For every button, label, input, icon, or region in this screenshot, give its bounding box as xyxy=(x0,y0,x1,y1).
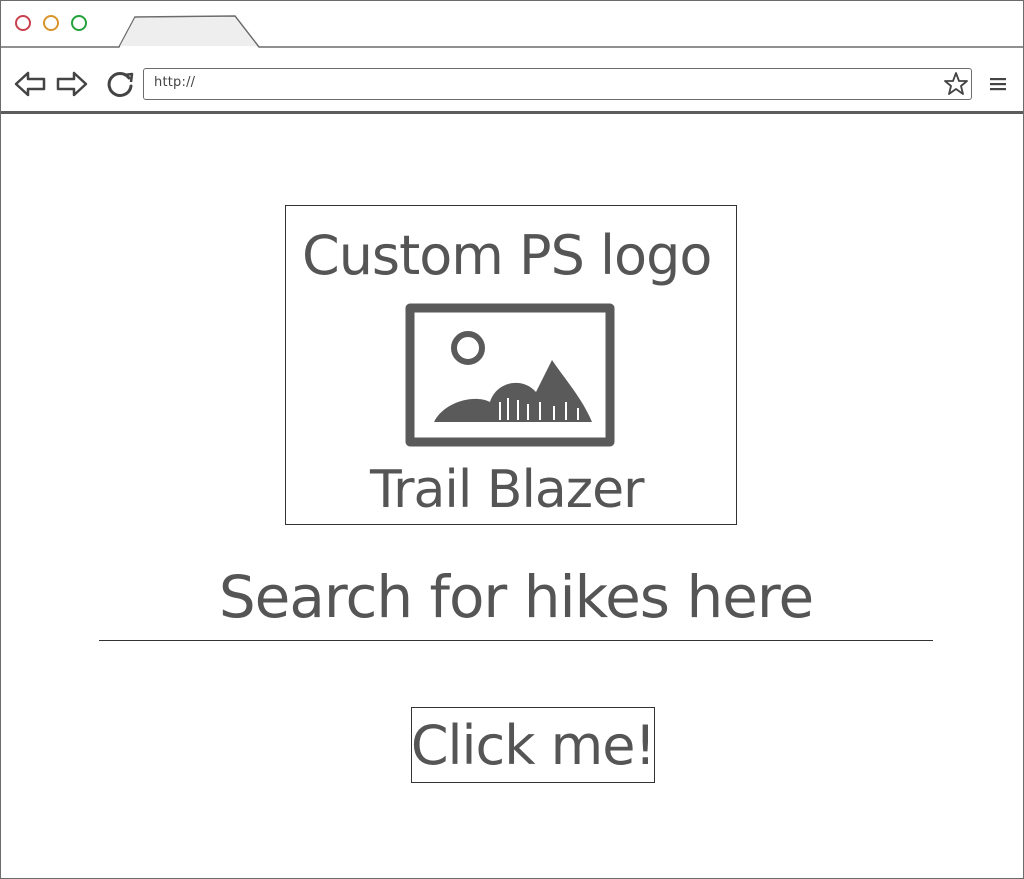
hamburger-menu-icon[interactable] xyxy=(988,75,1008,93)
image-placeholder-icon xyxy=(405,303,615,447)
url-text: http:// xyxy=(154,75,196,90)
logo-container: Custom PS logo Trail Blazer xyxy=(285,205,737,525)
star-icon[interactable] xyxy=(943,71,969,97)
logo-subtitle: Trail Blazer xyxy=(370,460,644,520)
click-me-button[interactable]: Click me! xyxy=(410,707,656,783)
browser-window: http:// Custom PS logo Trail Blazer Sear… xyxy=(0,0,1024,879)
click-me-button-label: Click me! xyxy=(410,713,656,777)
arrow-right-icon[interactable] xyxy=(55,69,89,99)
arrow-left-icon[interactable] xyxy=(13,69,47,99)
search-input[interactable]: Search for hikes here xyxy=(99,561,933,641)
reload-icon[interactable] xyxy=(103,69,137,99)
toolbar-divider xyxy=(1,111,1023,114)
browser-tab[interactable] xyxy=(127,17,251,47)
address-bar[interactable]: http:// xyxy=(143,68,972,100)
search-placeholder: Search for hikes here xyxy=(218,563,814,631)
logo-title: Custom PS logo xyxy=(302,224,712,287)
